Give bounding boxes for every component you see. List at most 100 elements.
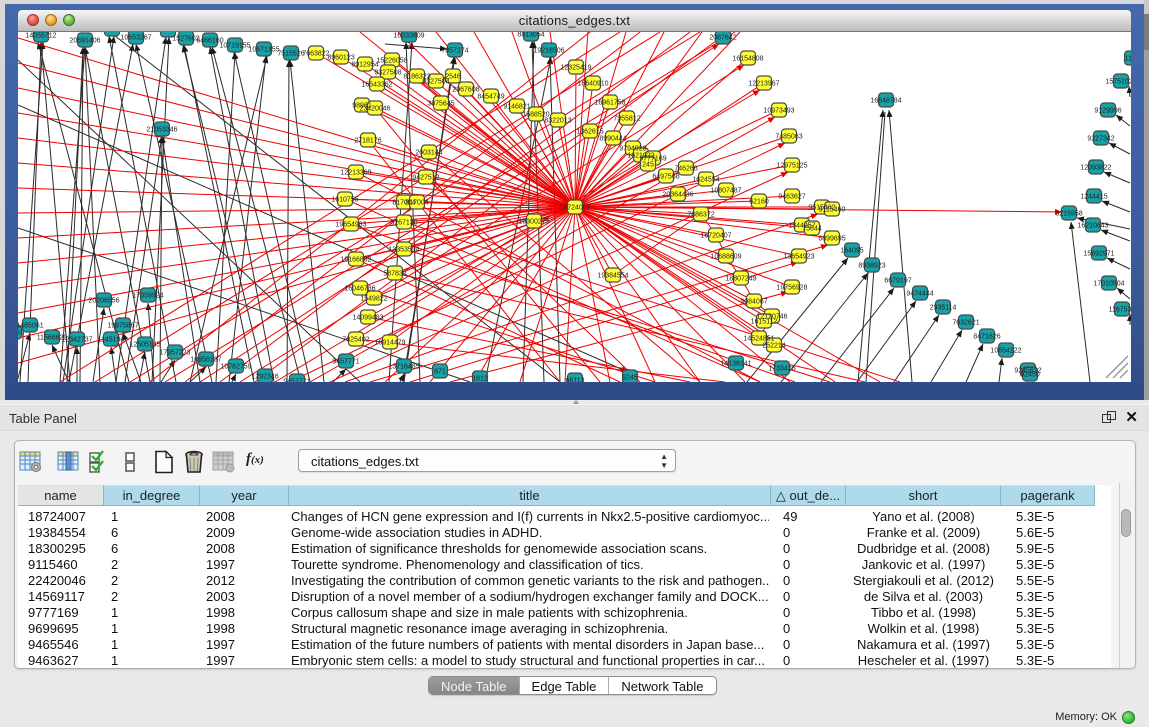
svg-text:16046786: 16046786 [344, 286, 375, 293]
svg-text:3215958: 3215958 [1055, 211, 1082, 218]
svg-text:9463627: 9463627 [778, 194, 805, 201]
svg-text:10807487: 10807487 [710, 188, 741, 195]
svg-text:19654983: 19654983 [335, 222, 366, 229]
svg-text:10688609: 10688609 [710, 254, 741, 261]
svg-text:1610755: 1610755 [331, 197, 358, 204]
svg-text:7632621: 7632621 [952, 320, 979, 327]
svg-text:16961758: 16961758 [594, 100, 625, 107]
svg-text:19166852: 19166852 [340, 257, 371, 264]
svg-text:9227342: 9227342 [1087, 136, 1114, 143]
svg-text:9474444: 9474444 [906, 291, 933, 298]
svg-text:20206556: 20206556 [88, 298, 119, 305]
svg-text:7625402: 7625402 [342, 337, 369, 344]
svg-text:2087642: 2087642 [709, 35, 736, 42]
svg-text:20364436: 20364436 [662, 192, 693, 199]
svg-text:9427512: 9427512 [412, 175, 439, 182]
svg-text:587832: 587832 [383, 271, 406, 278]
svg-text:18724007: 18724007 [559, 205, 590, 212]
svg-text:12325419: 12325419 [560, 65, 591, 72]
svg-text:18300275: 18300275 [518, 219, 549, 226]
svg-text:7515526: 7515526 [277, 51, 304, 58]
svg-text:2935114: 2935114 [930, 305, 957, 312]
svg-text:1624554: 1624554 [692, 177, 719, 184]
svg-text:17359924: 17359924 [132, 293, 163, 300]
svg-text:9457771: 9457771 [283, 379, 310, 383]
svg-text:8813054: 8813054 [517, 32, 544, 39]
svg-text:871: 871 [434, 369, 446, 376]
svg-text:1362615: 1362615 [576, 129, 603, 136]
svg-text:7485063: 7485063 [775, 134, 802, 141]
svg-text:7955812: 7955812 [613, 116, 640, 123]
svg-text:10958137: 10958137 [190, 357, 221, 364]
svg-text:746266: 746266 [674, 166, 697, 173]
svg-text:18807249: 18807249 [725, 276, 756, 283]
svg-text:10973493: 10973493 [763, 108, 794, 115]
svg-text:9245: 9245 [622, 375, 638, 382]
svg-text:75844: 75844 [802, 226, 822, 233]
svg-text:10653267: 10653267 [120, 35, 151, 42]
svg-text:14136141: 14136141 [720, 361, 751, 368]
svg-text:2546: 2546 [445, 74, 461, 81]
svg-text:8454749: 8454749 [477, 94, 504, 101]
svg-text:19218506: 19218506 [533, 48, 564, 55]
svg-text:16543362: 16543362 [361, 82, 392, 89]
svg-text:16210643: 16210643 [1077, 223, 1108, 230]
svg-text:15692971: 15692971 [1083, 251, 1114, 258]
svg-text:17957223: 17957223 [159, 350, 190, 357]
svg-text:1145194: 1145194 [98, 337, 125, 344]
svg-text:9457771: 9457771 [332, 359, 359, 366]
svg-text:21053346: 21053346 [146, 127, 177, 134]
svg-text:9084067: 9084067 [740, 299, 767, 306]
svg-text:20691406: 20691406 [69, 38, 100, 45]
svg-text:164095: 164095 [840, 248, 863, 255]
svg-text:1549822: 1549822 [360, 296, 387, 303]
svg-text:1615112: 1615112 [751, 319, 778, 326]
svg-text:12975125: 12975125 [776, 163, 807, 170]
svg-text:17010504: 17010504 [1093, 281, 1124, 288]
svg-text:14524851: 14524851 [743, 336, 774, 343]
svg-text:8912954: 8912954 [351, 62, 378, 69]
svg-text:3875645: 3875645 [427, 101, 454, 108]
svg-text:8990444: 8990444 [599, 136, 626, 143]
svg-text:3267130: 3267130 [390, 220, 417, 227]
svg-text:2603144: 2603144 [415, 150, 442, 157]
svg-text:13716485: 13716485 [388, 364, 419, 371]
svg-text:19756928: 19756928 [776, 285, 807, 292]
svg-text:7663822: 7663822 [302, 51, 329, 58]
svg-text:12093822: 12093822 [1080, 165, 1111, 172]
svg-text:1167534: 1167534 [1109, 307, 1131, 314]
svg-text:12505135: 12505135 [129, 342, 160, 349]
svg-text:9146821: 9146821 [503, 104, 530, 111]
svg-text:9794028: 9794028 [619, 146, 646, 153]
svg-text:10654122: 10654122 [990, 348, 1021, 355]
svg-text:8471626: 8471626 [973, 334, 1000, 341]
svg-text:252214: 252214 [762, 343, 785, 350]
svg-text:6679197: 6679197 [884, 278, 911, 285]
svg-text:8322013: 8322013 [544, 118, 571, 125]
svg-text:15751024: 15751024 [1105, 79, 1131, 86]
svg-text:1244415: 1244415 [1080, 194, 1107, 201]
svg-text:9129996: 9129996 [1094, 108, 1121, 115]
svg-text:19975867: 19975867 [107, 323, 138, 330]
svg-text:12213369: 12213369 [340, 170, 371, 177]
svg-text:9115460: 9115460 [819, 207, 846, 214]
svg-text:2967608: 2967608 [452, 87, 479, 94]
svg-text:7886372: 7886372 [687, 212, 714, 219]
svg-text:66113: 66113 [566, 378, 585, 383]
svg-text:7857274: 7857274 [441, 48, 468, 55]
svg-text:16648784: 16648784 [870, 98, 901, 105]
svg-text:1485061: 1485061 [18, 323, 44, 330]
svg-text:92450: 92450 [1020, 372, 1040, 379]
svg-text:14099483: 14099483 [352, 315, 383, 322]
svg-text:19384554: 19384554 [597, 273, 628, 280]
svg-text:817004: 817004 [405, 200, 428, 207]
svg-text:2718176: 2718176 [354, 138, 381, 145]
svg-text:6497568: 6497568 [652, 174, 679, 181]
svg-text:16154808: 16154808 [732, 56, 763, 63]
svg-text:245: 245 [642, 162, 654, 169]
svg-text:8960123: 8960123 [327, 55, 354, 62]
svg-text:10719155: 10719155 [219, 43, 250, 50]
svg-text:10671355: 10671355 [248, 47, 279, 54]
svg-text:1292346: 1292346 [251, 374, 278, 381]
svg-text:23420046: 23420046 [359, 106, 390, 113]
